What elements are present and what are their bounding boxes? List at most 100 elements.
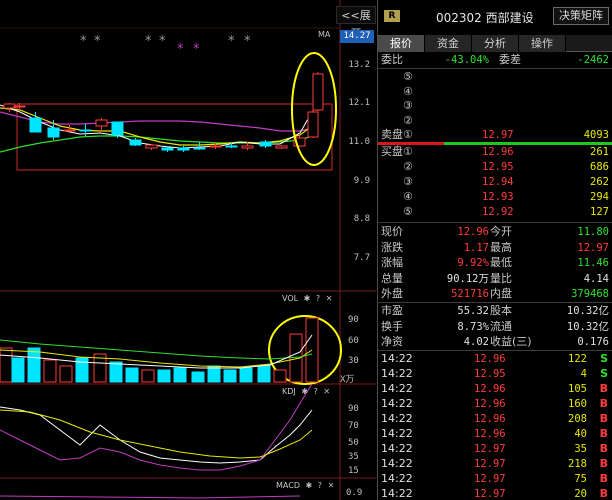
trade-row[interactable]: 14:22 12.97 75 B <box>378 471 612 487</box>
quote-value: 1.17 <box>463 241 489 254</box>
candle-body <box>129 139 142 146</box>
current-price-tag: 14.27 <box>340 30 374 43</box>
divider <box>378 222 612 223</box>
quote-label: 总量 <box>381 271 403 285</box>
tab-quote[interactable]: 报价 <box>378 35 425 52</box>
trade-side: B <box>599 397 608 410</box>
kline-chart-panel[interactable]: * * * * * * * * MA <<展开 14.27 13.2 12.1 … <box>0 0 376 500</box>
trade-row[interactable]: 14:22 12.97 20 B <box>378 486 612 500</box>
candle-body <box>47 127 60 138</box>
gear-icon[interactable]: ✱ <box>304 294 311 303</box>
decision-matrix-button[interactable]: 决策矩阵 <box>553 7 609 25</box>
buy-order-row: ④ 12.93 294 <box>378 189 612 205</box>
volume-bar <box>191 371 205 383</box>
volume-bar <box>239 367 253 383</box>
help-icon[interactable]: ? <box>318 481 322 490</box>
quote-row: 现价 12.96 今开 11.80 <box>378 224 612 240</box>
vol-title: VOL <box>282 294 299 303</box>
candle-body <box>177 147 190 151</box>
finance-row: 换手 8.73% 流通 10.32亿 <box>378 319 612 335</box>
buy-order-label: 买盘① <box>381 145 413 158</box>
quote-label: 现价 <box>381 225 403 238</box>
trade-volume: 20 <box>574 488 587 500</box>
quote-label: 今开 <box>490 225 512 238</box>
volume-bar <box>27 347 41 383</box>
trade-row[interactable]: 14:22 12.96 208 B <box>378 411 612 427</box>
tab-operate[interactable]: 操作 <box>519 35 566 52</box>
vol-unit: X万 <box>340 375 355 385</box>
finance-label: 市盈 <box>381 304 403 317</box>
finance-value: 4.02 <box>463 336 489 348</box>
volume-bar <box>223 369 237 383</box>
kdj-tick: 90 <box>348 404 359 414</box>
volume-bar <box>257 365 271 383</box>
close-icon[interactable]: ✕ <box>328 481 335 490</box>
macd-tick: 0.9 <box>346 488 363 498</box>
candle-body <box>307 111 319 138</box>
trade-side: B <box>599 487 608 500</box>
trade-time: 14:22 <box>381 397 413 410</box>
quote-panel: R 002302 西部建设 决策矩阵 报价 资金 分析 操作 委比 -43.04… <box>377 0 612 500</box>
gear-icon[interactable]: ✱ <box>301 387 308 396</box>
quote-value: 521716 <box>451 288 489 300</box>
sell-order-row: 卖盘① 12.97 4093 <box>378 127 612 143</box>
trade-side: B <box>599 472 608 485</box>
help-icon[interactable]: ? <box>316 294 320 303</box>
macd-line <box>0 495 301 499</box>
candle-body <box>79 129 92 132</box>
ma-label: MA <box>318 30 331 39</box>
volume-bar-series <box>0 317 319 383</box>
trade-time: 14:22 <box>381 457 413 470</box>
order-diff-label: 委差 <box>499 53 521 66</box>
quote-value: 11.46 <box>577 257 609 269</box>
trade-price: 12.97 <box>474 458 506 470</box>
order-ratio-row: 委比 -43.04% 委差 -2462 <box>378 52 612 68</box>
macd-header: MACD ✱ ? ✕ <box>276 481 334 490</box>
trade-time: 14:22 <box>381 382 413 395</box>
kdj-title: KDJ <box>282 387 296 396</box>
trade-volume: 4 <box>580 368 587 380</box>
finance-value: 10.32亿 <box>566 305 609 317</box>
finance-value: 55.32 <box>457 305 489 317</box>
marker-star: * <box>244 34 257 49</box>
marker-star: * <box>228 34 235 49</box>
candle-body <box>193 147 206 150</box>
close-icon[interactable]: ✕ <box>326 294 333 303</box>
marker-star: * <box>80 34 87 49</box>
tab-funds[interactable]: 资金 <box>425 35 472 52</box>
quote-value: 379468 <box>571 288 609 300</box>
vol-tick: 60 <box>348 336 359 346</box>
trade-row[interactable]: 14:22 12.96 122 S <box>378 351 612 367</box>
volume-bar <box>125 367 139 383</box>
marker-star: * <box>94 34 101 49</box>
candle-body <box>29 117 42 133</box>
ma20-line <box>0 111 313 132</box>
order-diff-value: -2462 <box>577 54 609 66</box>
trade-time: 14:22 <box>381 427 413 440</box>
buy-order-row: ③ 12.94 262 <box>378 174 612 190</box>
tab-analysis[interactable]: 分析 <box>472 35 519 52</box>
trade-row[interactable]: 14:22 12.97 218 B <box>378 456 612 472</box>
stock-code-title: 002302 西部建设 <box>436 11 534 25</box>
finance-label: 换手 <box>381 319 403 333</box>
buy-order-volume: 261 <box>590 146 609 158</box>
volume-bar <box>157 369 171 383</box>
trade-volume: 35 <box>574 443 587 455</box>
trade-row[interactable]: 14:22 12.96 40 B <box>378 426 612 442</box>
price-tick: 7.7 <box>353 253 370 263</box>
trade-row[interactable]: 14:22 12.95 4 S <box>378 366 612 382</box>
buy-order-price: 12.92 <box>482 206 514 218</box>
gear-icon[interactable]: ✱ <box>306 481 313 490</box>
trade-row[interactable]: 14:22 12.96 160 B <box>378 396 612 412</box>
help-icon[interactable]: ? <box>314 387 318 396</box>
trade-row[interactable]: 14:22 12.97 35 B <box>378 441 612 457</box>
sell-order-volume: 4093 <box>583 129 609 141</box>
candle-body <box>63 129 76 132</box>
expand-button[interactable]: <<展开 <box>336 6 376 40</box>
price-tick: 9.9 <box>353 176 370 186</box>
close-icon[interactable]: ✕ <box>323 387 330 396</box>
finance-value: 10.32亿 <box>566 320 609 333</box>
volume-bar <box>273 369 287 383</box>
kline-chart[interactable] <box>0 0 376 500</box>
trade-row[interactable]: 14:22 12.96 105 B <box>378 381 612 397</box>
